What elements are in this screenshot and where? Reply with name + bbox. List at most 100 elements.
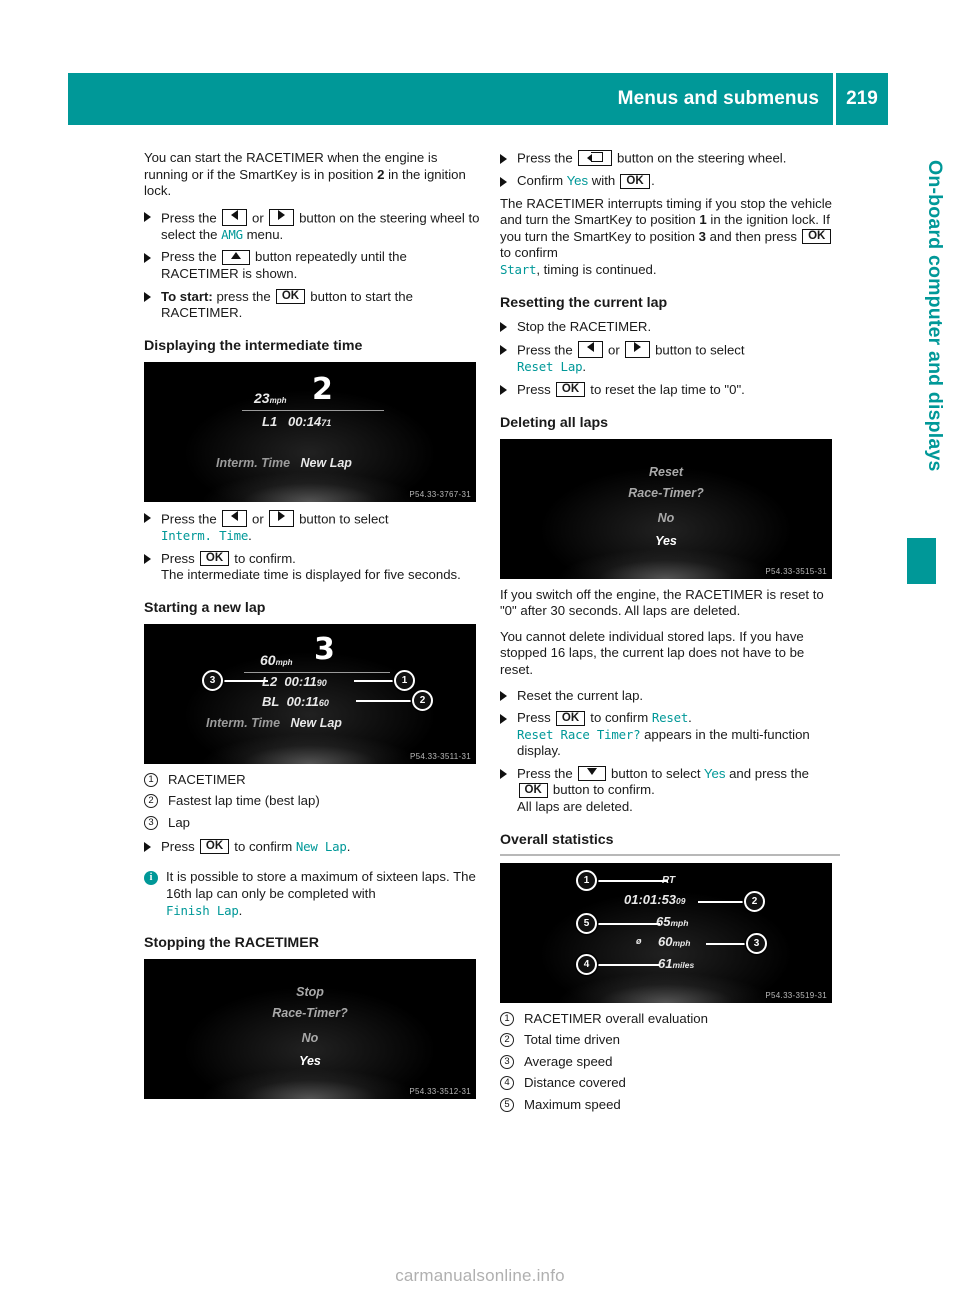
display-string-reset-race-timer: Reset Race Timer? [517, 726, 641, 742]
step-text: Press the [161, 210, 221, 226]
ok-key[interactable]: OK [199, 551, 230, 567]
watermark: carmanualsonline.info [395, 1266, 565, 1285]
callout-label: RACETIMER [168, 771, 246, 787]
figure-average-symbol: ø [636, 935, 642, 946]
ok-key[interactable]: OK [555, 382, 586, 398]
figure-dialog-option-yes: Yes [655, 533, 677, 548]
right-arrow-key[interactable] [268, 208, 294, 226]
callout-item: 3 Average speed [500, 1054, 840, 1070]
figure-lap-time-fraction: 71 [321, 417, 332, 428]
display-string-finish-lap: Finish Lap [166, 902, 239, 918]
ok-key[interactable]: OK [620, 173, 650, 189]
step-text: Press the [517, 342, 577, 358]
info-icon: i [144, 871, 158, 886]
ok-key[interactable]: OK [555, 710, 586, 726]
ok-key[interactable]: OK [199, 839, 230, 855]
chapter-tab-marker [907, 538, 936, 584]
figure-best-lap-fraction: 60 [318, 697, 329, 708]
callout-item: 5 Maximum speed [500, 1097, 840, 1113]
figure-dialog-option-yes: Yes [299, 1054, 321, 1069]
callout-label: RACETIMER overall evaluation [524, 1010, 708, 1026]
callout-legend-new-lap: 1 RACETIMER 2 Fastest lap time (best lap) … [144, 772, 484, 831]
figure-speed: 23mph [254, 389, 287, 406]
bullet-triangle-icon [144, 292, 151, 303]
ok-key[interactable]: OK [802, 229, 832, 245]
step-text: Press the [161, 249, 221, 265]
step-text: to confirm. [230, 550, 296, 566]
figure-distance-unit: miles [672, 959, 695, 970]
left-arrow-key[interactable] [577, 341, 603, 359]
left-arrow-key[interactable] [221, 509, 247, 527]
ok-key[interactable]: OK [518, 782, 548, 798]
step-text: button on the steering wheel. [613, 150, 787, 166]
display-string-amg: AMG [221, 226, 243, 242]
callout-label: Fastest lap time (best lap) [168, 793, 320, 809]
left-arrow-key[interactable] [221, 208, 247, 226]
steps-delete-all-laps: Reset the current lap. Press OK to confi… [500, 688, 840, 816]
paragraph-individual-laps: You cannot delete individual stored laps… [500, 628, 805, 677]
ok-key[interactable]: OK [275, 289, 306, 305]
figure-distance: 61miles [658, 955, 695, 971]
step-text: Press [517, 710, 555, 726]
right-arrow-key[interactable] [268, 509, 294, 527]
callout-item: 2 Fastest lap time (best lap) [144, 793, 484, 809]
step-text: button to confirm. [549, 782, 655, 798]
callout-item: 3 Lap [144, 815, 484, 831]
figure-callout-5: 5 [576, 912, 597, 934]
step-lead-in: To start: [161, 288, 213, 304]
para-position-3: 3 [698, 228, 706, 244]
callout-number: 4 [500, 1076, 514, 1091]
figure-total-time-fraction: 09 [676, 895, 686, 906]
figure-best-lap-row: BL 00:1160 [262, 694, 329, 709]
figure-menu-interm-time: Interm. Time [216, 455, 291, 470]
figure-menu-interm-time: Interm. Time [206, 715, 281, 730]
bullet-triangle-icon [144, 212, 151, 223]
step-text: button to select [607, 765, 704, 781]
step-text: button to select [295, 511, 389, 527]
figure-lap-number: 2 [312, 371, 333, 407]
callout-item: 1 RACETIMER overall evaluation [500, 1011, 840, 1027]
step-confirm-interm-time: Press OK to confirm. The intermediate tim… [144, 551, 484, 584]
step-press-back-button: Press the button on the steering wheel. [500, 150, 840, 167]
figure-menu-row: Interm. Time New Lap [206, 716, 342, 730]
figure-callout-3: 3 [202, 669, 223, 691]
intro-paragraph: You can start the RACETIMER when the eng… [144, 150, 484, 200]
callout-number: 3 [500, 1054, 514, 1069]
para-position-1: 1 [699, 212, 707, 228]
step-text: Press [161, 550, 199, 566]
step-confirm-new-lap: Press OK to confirm New Lap. [144, 839, 484, 856]
down-arrow-key[interactable] [577, 766, 606, 782]
step-text: Press the [517, 150, 577, 166]
step-select-amg-menu: Press the or button on the steering whee… [144, 208, 484, 244]
figure-callout-4: 4 [576, 953, 597, 975]
step-text: . [651, 173, 655, 189]
step-text: . [248, 527, 252, 543]
display-string-reset-lap: Reset Lap [517, 359, 583, 375]
bullet-triangle-icon [144, 513, 151, 524]
figure-total-time: 01:01:5309 [624, 891, 686, 907]
step-to-start: To start: press the OK button to start t… [144, 289, 484, 322]
step-text: Press the [161, 511, 221, 527]
figure-intermediate-time: 2 23mph L1 00:1471 Interm. Time New Lap … [144, 361, 476, 502]
section-heading-overall-statistics: Overall statistics [500, 832, 840, 856]
callout-label: Distance covered [524, 1075, 626, 1091]
figure-lap-time: 00:14 [288, 413, 322, 429]
page-title: Menus and submenus [617, 88, 819, 109]
step-text: button to select [651, 342, 745, 358]
step-text: to confirm [230, 838, 296, 854]
right-arrow-key[interactable] [624, 341, 650, 359]
bullet-triangle-icon [144, 842, 151, 853]
back-key[interactable] [577, 150, 612, 166]
display-string-yes: Yes [703, 765, 726, 781]
section-heading-resetting-current-lap: Resetting the current lap [500, 294, 668, 311]
step-text: . [346, 838, 351, 854]
callout-number: 3 [144, 815, 158, 830]
figure-reference-code: P54.33-3512-31 [409, 1087, 471, 1097]
step-select-reset-lap: Press the or button to select Reset Lap. [500, 341, 840, 376]
page-number: 219 [846, 88, 878, 109]
paragraph-interrupt-timing: The RACETIMER interrupts timing if you s… [500, 196, 840, 279]
steps-reset-current-lap: Stop the RACETIMER. Press the or button … [500, 319, 840, 399]
up-arrow-key[interactable] [221, 249, 250, 265]
step-text: Confirm [517, 173, 567, 189]
step-text: Reset the current lap. [517, 687, 644, 703]
